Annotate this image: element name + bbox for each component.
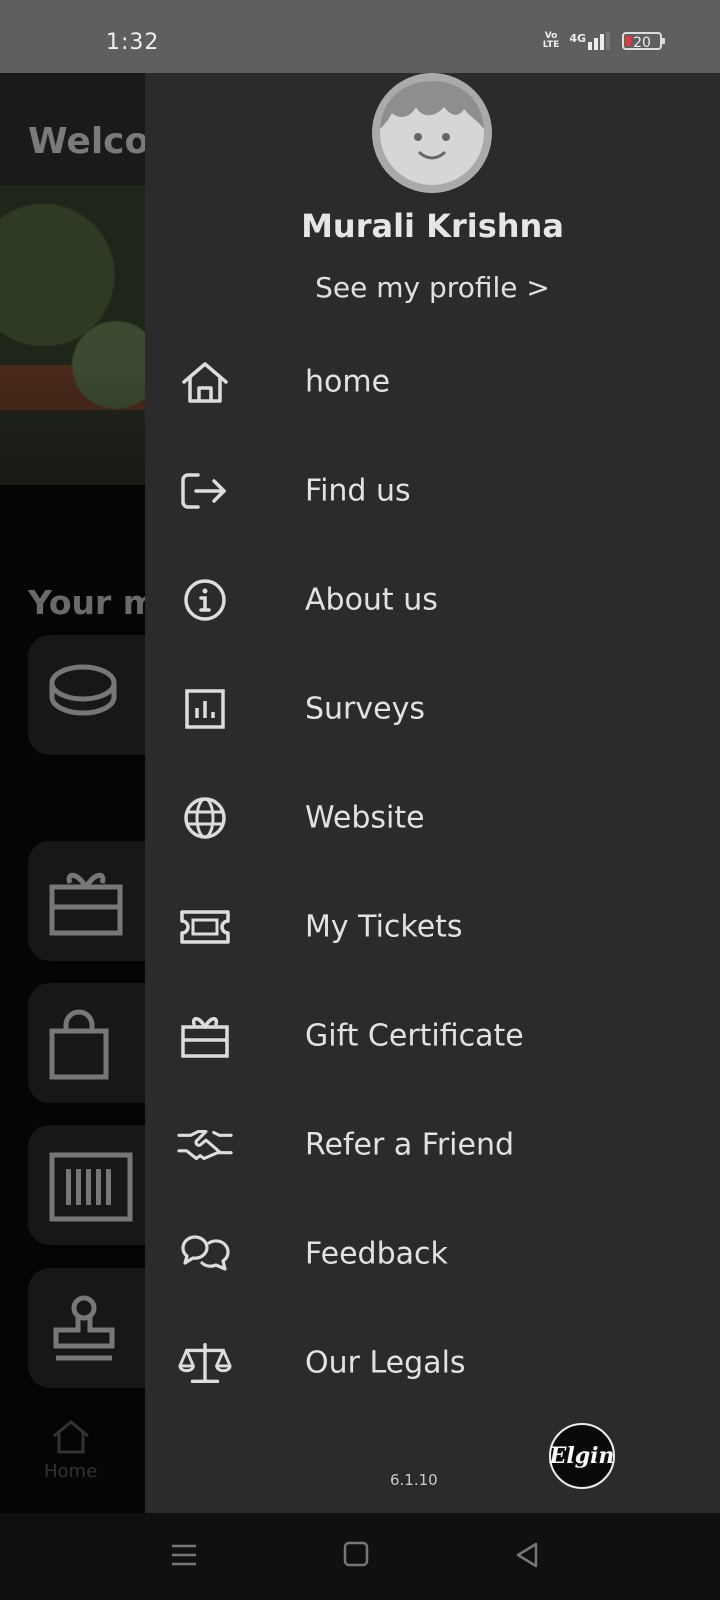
menu-item-label: About us [305, 582, 438, 618]
bg-section-title: Your m [28, 583, 145, 622]
ticket-icon [177, 899, 233, 955]
bg-welcome-title: Welco [28, 121, 145, 162]
bg-card-gift [28, 841, 145, 961]
app-version: 6.1.10 [390, 1471, 438, 1489]
navigation-drawer: Murali Krishna See my profile > home Fin… [145, 73, 720, 1513]
bg-nav-home-label: Home [44, 1461, 98, 1482]
menu-item-feedback[interactable]: Feedback [145, 1199, 720, 1309]
chat-bubbles-icon [177, 1226, 233, 1282]
back-triangle-icon[interactable] [514, 1541, 540, 1569]
coin-icon [49, 664, 117, 716]
brand-logo: Elgin [549, 1423, 615, 1489]
menu-item-our-legals[interactable]: Our Legals [145, 1308, 720, 1418]
bar-chart-icon [177, 681, 233, 737]
status-icons: Vo LTE 4G 20 [542, 31, 665, 51]
menu-item-label: Refer a Friend [305, 1127, 515, 1163]
user-name: Murali Krishna [301, 207, 564, 245]
bg-card-barcode [28, 1125, 145, 1245]
menu-item-my-tickets[interactable]: My Tickets [145, 872, 720, 982]
bg-card-stamp [28, 1268, 145, 1388]
handshake-icon [177, 1117, 233, 1173]
status-time: 1:32 [106, 30, 160, 55]
menu-item-refer-a-friend[interactable]: Refer a Friend [145, 1090, 720, 1200]
gift-icon [49, 872, 123, 936]
menu-item-surveys[interactable]: Surveys [145, 654, 720, 764]
background-app: Welco Your m Home [0, 73, 145, 1513]
bg-hero-image [0, 185, 145, 485]
gift-icon [177, 1008, 233, 1064]
menu-item-website[interactable]: Website [145, 763, 720, 873]
menu-item-label: Feedback [305, 1236, 448, 1272]
menu-item-gift-certificate[interactable]: Gift Certificate [145, 981, 720, 1091]
signal-icon: 4G [569, 32, 612, 50]
shopping-bag-icon [49, 1009, 109, 1080]
globe-icon [177, 790, 233, 846]
barcode-icon [49, 1152, 133, 1222]
bg-card-shop [28, 983, 145, 1103]
system-nav-bar [0, 1513, 720, 1600]
menu-item-about-us[interactable]: About us [145, 545, 720, 655]
status-bar: 1:32 Vo LTE 4G 20 [0, 0, 720, 73]
bg-header: Welco [0, 73, 145, 185]
avatar-face-icon [380, 81, 484, 185]
menu-item-label: Gift Certificate [305, 1018, 524, 1054]
scales-icon [177, 1335, 233, 1391]
stamp-icon [53, 1295, 115, 1361]
battery-level: 20 [633, 35, 651, 51]
avatar[interactable] [372, 73, 492, 193]
home-icon [53, 1420, 89, 1454]
menu-item-label: Our Legals [305, 1345, 466, 1381]
menu-item-label: Website [305, 800, 425, 836]
menu-item-label: Surveys [305, 691, 425, 727]
bg-card-points [28, 635, 145, 755]
menu-item-find-us[interactable]: Find us [145, 436, 720, 546]
info-icon [177, 572, 233, 628]
network-type: 4G [569, 32, 586, 45]
menu-item-label: My Tickets [305, 909, 463, 945]
sign-out-arrow-icon [177, 463, 233, 519]
volte-indicator: Vo LTE [542, 31, 560, 50]
brand-name: Elgin [549, 1443, 615, 1469]
menu-item-label: home [305, 364, 391, 400]
home-square-icon[interactable] [343, 1541, 369, 1567]
battery-icon: 20 [622, 32, 665, 51]
see-profile-link[interactable]: See my profile > [145, 271, 720, 304]
menu-item-label: Find us [305, 473, 411, 509]
menu-item-home[interactable]: home [145, 327, 720, 437]
home-icon [177, 354, 233, 410]
recents-menu-icon[interactable] [170, 1541, 198, 1569]
